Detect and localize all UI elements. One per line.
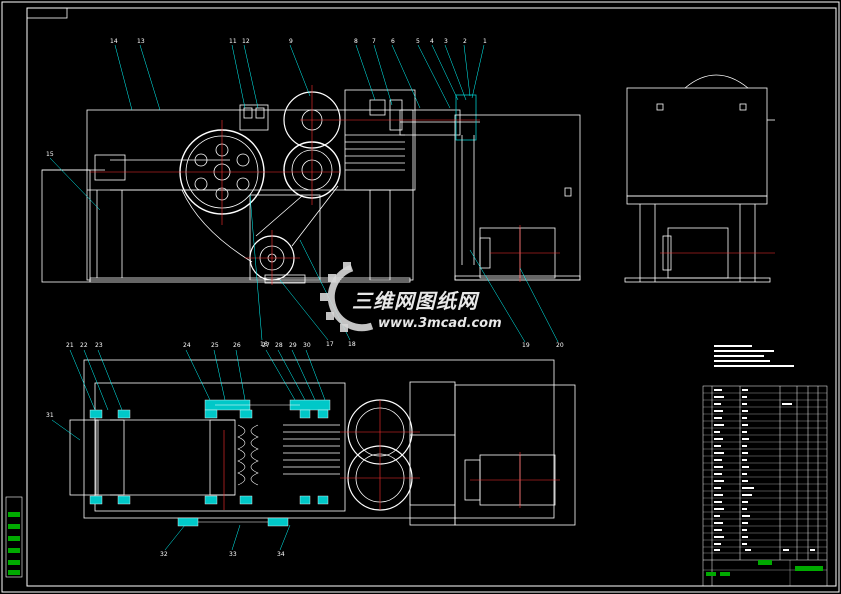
watermark-url: www.3mcad.com — [378, 316, 502, 331]
callout-label: 19 — [522, 342, 530, 349]
callout-label: 34 — [277, 551, 285, 558]
tech-notes — [714, 345, 794, 367]
callout-label: 1 — [483, 38, 487, 45]
callout-label: 7 — [372, 38, 376, 45]
callout-label: 29 — [289, 342, 297, 349]
callout-label: 30 — [303, 342, 311, 349]
bom-rows — [703, 392, 827, 586]
callout-label: 27 — [262, 342, 270, 349]
callout-label: 33 — [229, 551, 237, 558]
callout-label: 13 — [137, 38, 145, 45]
callout-label: 9 — [289, 38, 293, 45]
drawing-sheet: 14 13 11 12 9 8 7 6 5 4 3 2 1 15 16 17 1… — [0, 0, 841, 594]
callout-label: 11 — [229, 38, 237, 45]
bom-green-cells — [706, 560, 823, 576]
bom-table — [702, 385, 828, 587]
callout-label: 22 — [80, 342, 88, 349]
callout-label: 25 — [211, 342, 219, 349]
callout-label: 5 — [416, 38, 420, 45]
callout-label: 20 — [556, 342, 564, 349]
callout-label: 3 — [444, 38, 448, 45]
callout-label: 12 — [242, 38, 250, 45]
left-margin-strip — [5, 496, 23, 578]
corner-tag-box — [26, 7, 68, 19]
front-view — [41, 89, 581, 284]
callout-label: 8 — [354, 38, 358, 45]
watermark-brand: 三维网图纸网 — [352, 289, 478, 313]
callout-label: 4 — [430, 38, 434, 45]
callout-label: 14 — [110, 38, 118, 45]
callout-label: 6 — [391, 38, 395, 45]
callout-label: 24 — [183, 342, 191, 349]
callout-label: 15 — [46, 151, 54, 158]
side-view — [624, 74, 775, 283]
callout-label: 2 — [463, 38, 467, 45]
callout-label: 21 — [66, 342, 74, 349]
callout-label: 32 — [160, 551, 168, 558]
callout-label: 28 — [275, 342, 283, 349]
top-view-shaft — [198, 404, 300, 523]
callout-label: 17 — [326, 341, 334, 348]
callout-label: 18 — [348, 341, 356, 348]
callout-label: 23 — [95, 342, 103, 349]
callout-label: 31 — [46, 412, 54, 419]
front-leaders — [49, 44, 559, 343]
callout-label: 26 — [233, 342, 241, 349]
